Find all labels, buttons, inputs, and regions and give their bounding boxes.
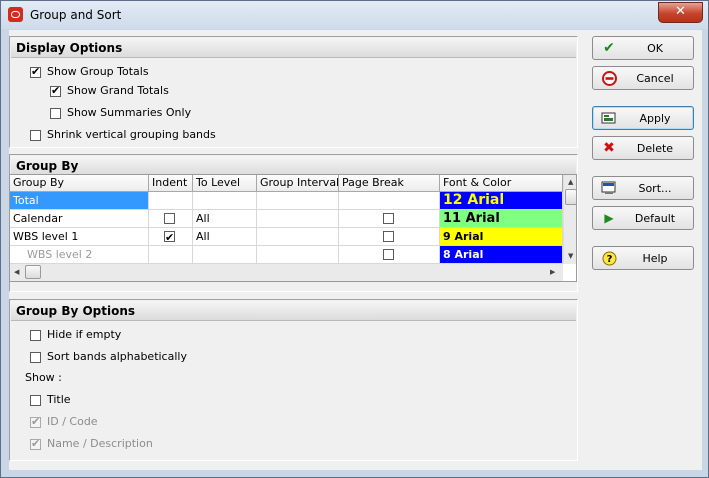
horizontal-scrollbar[interactable]: ◀ ▶ — [10, 264, 563, 281]
row-group-interval-cell[interactable] — [257, 228, 339, 246]
scroll-right-arrow-icon[interactable]: ▶ — [550, 268, 555, 276]
shrink-bands-label: Shrink vertical grouping bands — [47, 128, 216, 141]
row-group-interval-cell[interactable] — [257, 210, 339, 228]
hide-if-empty-checkbox[interactable] — [30, 330, 41, 341]
col-header-to-level[interactable]: To Level — [193, 175, 257, 192]
row-group-interval-cell[interactable] — [257, 192, 339, 210]
row-font-color-cell[interactable]: 11 Arial — [440, 210, 563, 228]
row-page-break-cell[interactable] — [339, 246, 440, 264]
row-font-color-cell[interactable]: 12 Arial — [440, 192, 563, 210]
window-title: Group and Sort — [30, 8, 122, 22]
col-header-font-color[interactable]: Font & Color — [440, 175, 563, 192]
vertical-scroll-thumb[interactable] — [565, 189, 576, 205]
show-summaries-only-checkbox[interactable] — [50, 108, 61, 119]
group-by-grid[interactable]: Group By Indent To Level Group Interval … — [9, 174, 577, 282]
name-description-checkbox[interactable] — [30, 437, 41, 450]
row-indent-cell[interactable] — [149, 210, 193, 228]
hide-if-empty-label: Hide if empty — [47, 328, 122, 341]
page-break-checkbox[interactable] — [383, 213, 394, 224]
row-group-by-cell[interactable]: Calendar — [10, 210, 149, 228]
title-checkbox[interactable] — [30, 395, 41, 406]
title-bar[interactable]: Group and Sort ✕ — [1, 1, 708, 29]
sort-alphabetically-checkbox[interactable] — [30, 352, 41, 363]
show-grand-totals-label: Show Grand Totals — [67, 84, 169, 97]
scroll-up-arrow-icon[interactable]: ▲ — [568, 178, 573, 186]
col-header-indent[interactable]: Indent — [149, 175, 193, 192]
row-to-level-cell[interactable]: All — [193, 210, 257, 228]
play-icon: ▶ — [604, 211, 614, 225]
dialog-body: Display Options Show Group Totals Show G… — [9, 30, 702, 470]
scroll-left-arrow-icon[interactable]: ◀ — [14, 268, 19, 276]
display-options-heading: Display Options — [11, 38, 576, 58]
cancel-button[interactable]: Cancel — [592, 66, 694, 90]
col-header-group-by[interactable]: Group By — [10, 175, 149, 192]
sort-alphabetically-label: Sort bands alphabetically — [47, 350, 187, 363]
id-code-checkbox[interactable] — [30, 415, 41, 428]
col-header-page-break[interactable]: Page Break — [339, 175, 440, 192]
apply-icon — [601, 111, 617, 126]
apply-button[interactable]: Apply — [592, 106, 694, 130]
indent-checkbox[interactable] — [164, 229, 175, 245]
show-summaries-only-label: Show Summaries Only — [67, 106, 192, 119]
show-label: Show : — [25, 371, 62, 384]
row-group-interval-cell[interactable] — [257, 246, 339, 264]
horizontal-scroll-thumb[interactable] — [25, 265, 41, 279]
row-indent-cell[interactable] — [149, 192, 193, 210]
row-group-by-cell[interactable]: WBS level 2 — [10, 246, 149, 264]
default-button[interactable]: ▶ Default — [592, 206, 694, 230]
group-by-heading: Group By — [11, 156, 576, 176]
x-icon: ✖ — [603, 140, 615, 156]
row-indent-cell[interactable] — [149, 228, 193, 246]
page-break-checkbox[interactable] — [383, 231, 394, 242]
row-page-break-cell[interactable] — [339, 192, 440, 210]
row-to-level-cell[interactable] — [193, 192, 257, 210]
group-by-options-panel: Group By Options Hide if empty Sort band… — [9, 299, 578, 461]
col-header-group-interval[interactable]: Group Interval — [257, 175, 339, 192]
show-group-totals-label: Show Group Totals — [47, 65, 149, 78]
row-font-color-cell[interactable]: 8 Arial — [440, 246, 563, 264]
sort-icon — [601, 181, 617, 196]
no-entry-icon — [601, 71, 617, 86]
page-break-checkbox[interactable] — [383, 249, 394, 260]
ok-button[interactable]: ✔ OK — [592, 36, 694, 60]
vertical-scrollbar[interactable]: ▲ ▼ — [563, 175, 576, 264]
title-label: Title — [47, 393, 71, 406]
app-icon — [8, 7, 23, 22]
close-button[interactable]: ✕ — [658, 2, 703, 23]
help-button[interactable]: ? Help — [592, 246, 694, 270]
row-group-by-cell[interactable]: Total — [10, 192, 149, 210]
display-options-panel: Display Options Show Group Totals Show G… — [9, 36, 578, 148]
group-by-options-heading: Group By Options — [11, 301, 576, 321]
row-indent-cell[interactable] — [149, 246, 193, 264]
check-icon: ✔ — [603, 40, 615, 56]
group-and-sort-dialog: Group and Sort ✕ Display Options Show Gr… — [0, 0, 709, 478]
name-description-label: Name / Description — [47, 437, 153, 450]
row-to-level-cell[interactable] — [193, 246, 257, 264]
row-page-break-cell[interactable] — [339, 228, 440, 246]
row-font-color-cell[interactable]: 9 Arial — [440, 228, 563, 246]
indent-checkbox[interactable] — [164, 213, 175, 224]
row-group-by-cell[interactable]: WBS level 1 — [10, 228, 149, 246]
row-page-break-cell[interactable] — [339, 210, 440, 228]
row-to-level-cell[interactable]: All — [193, 228, 257, 246]
show-grand-totals-checkbox[interactable] — [50, 84, 61, 97]
id-code-label: ID / Code — [47, 415, 98, 428]
scroll-down-arrow-icon[interactable]: ▼ — [568, 252, 573, 260]
delete-button[interactable]: ✖ Delete — [592, 136, 694, 160]
question-icon: ? — [601, 251, 617, 266]
sort-button[interactable]: Sort... — [592, 176, 694, 200]
show-group-totals-checkbox[interactable] — [30, 65, 41, 78]
shrink-bands-checkbox[interactable] — [30, 130, 41, 141]
svg-text:?: ? — [606, 254, 612, 265]
